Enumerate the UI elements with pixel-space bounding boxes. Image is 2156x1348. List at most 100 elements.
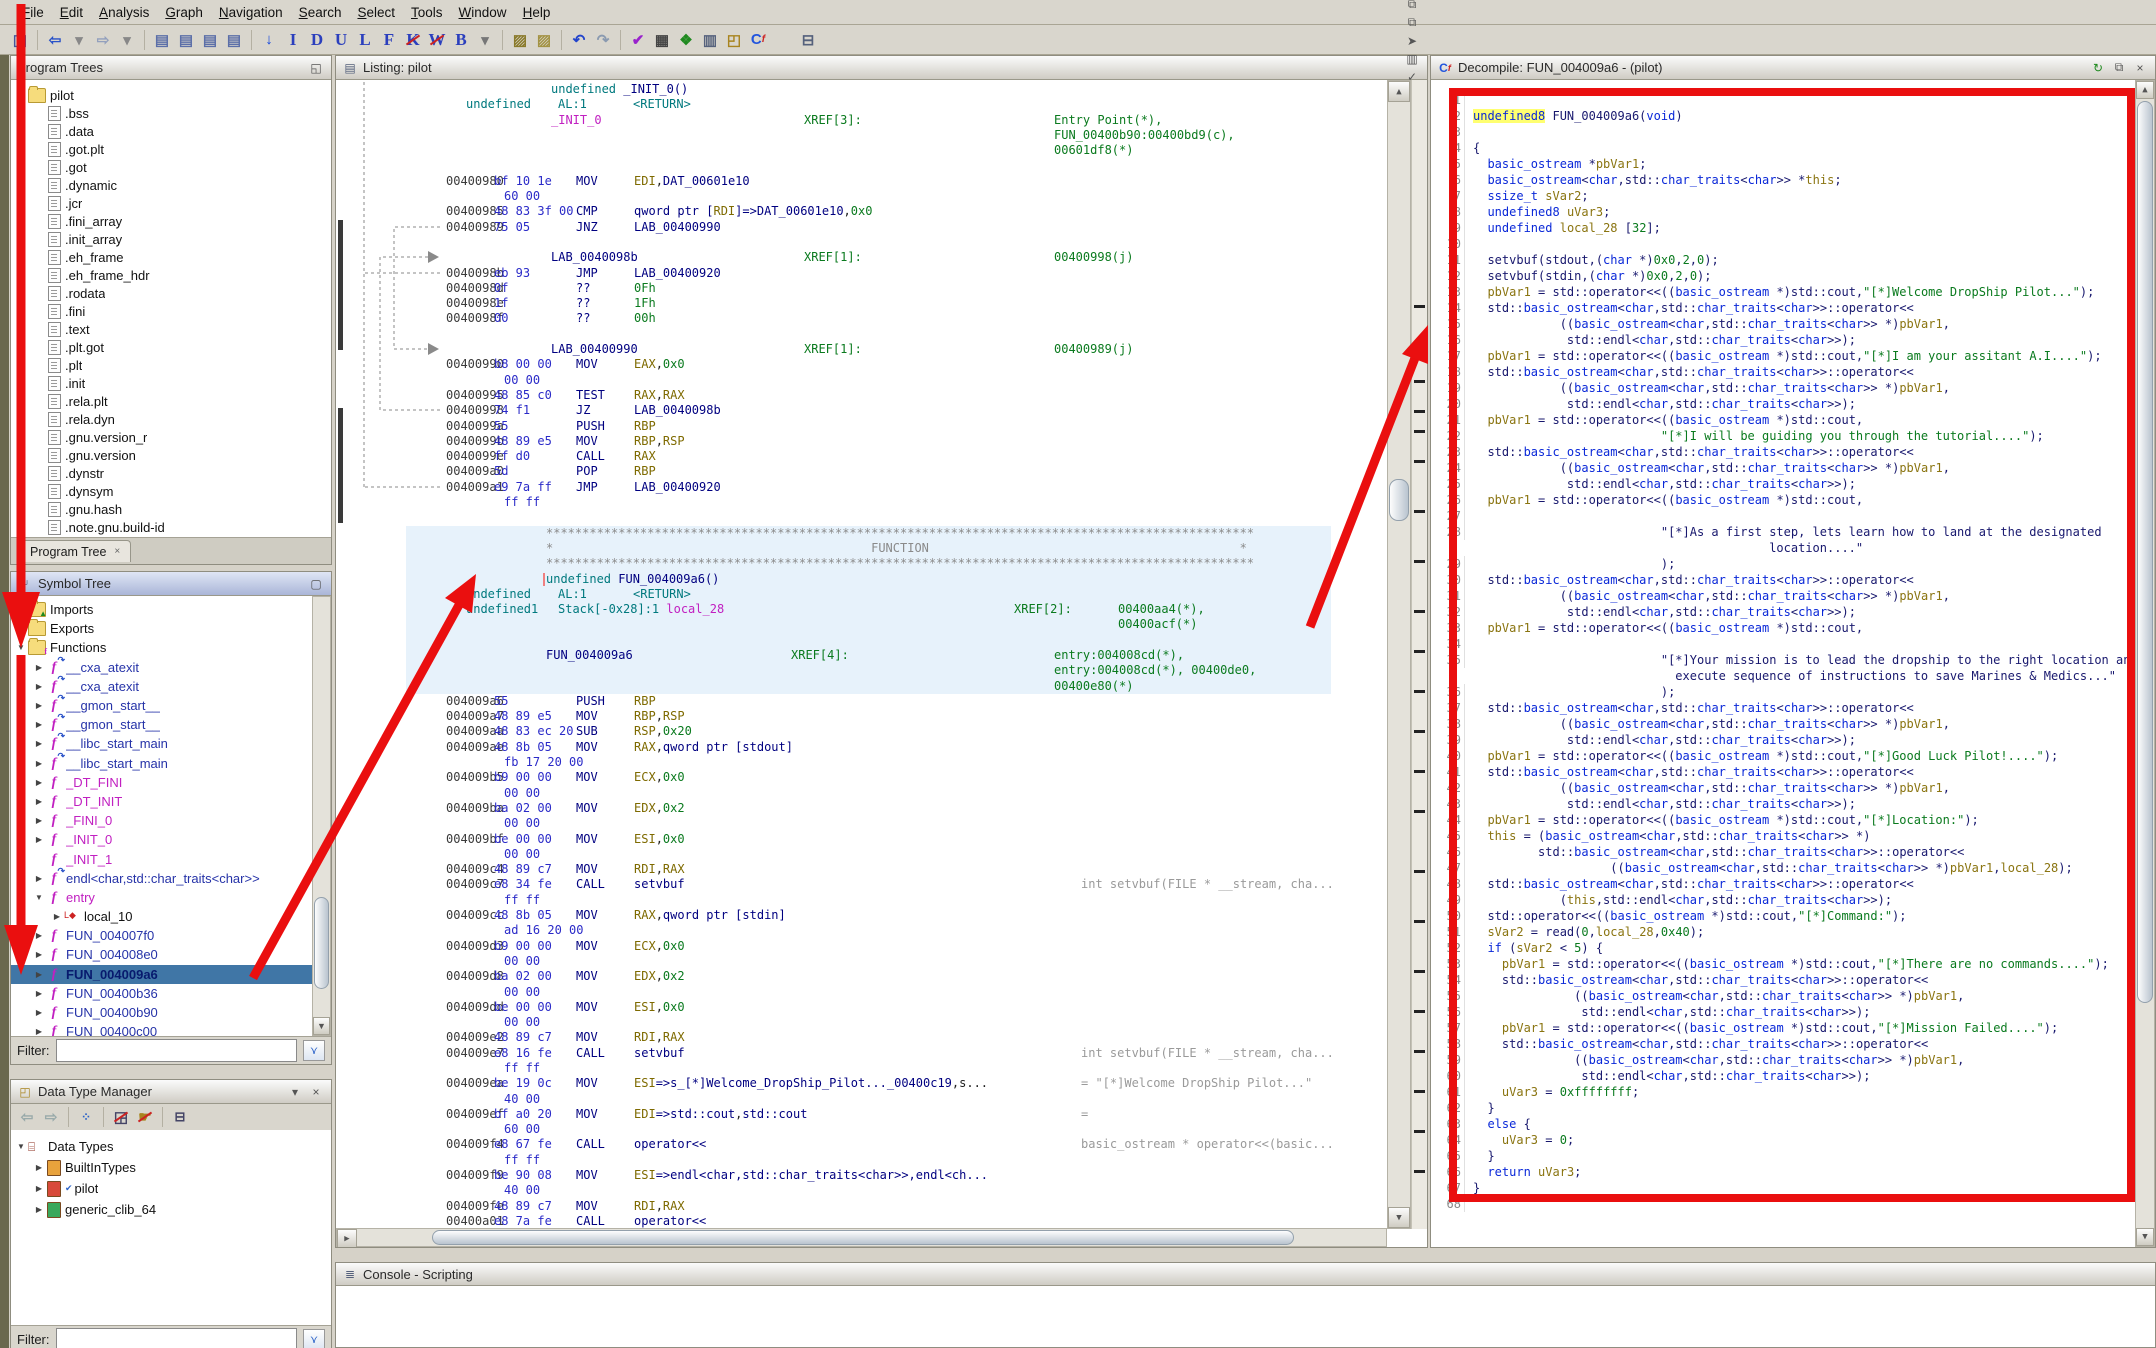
listing-row[interactable]: 0040098beb 93JMPLAB_00400920 [336,266,1379,281]
tree-item-__libc_start_main[interactable]: ▶f__libc_start_main [11,754,331,773]
decompile-line[interactable]: 26 pbVar1 = std::operator<<((basic_ostre… [1435,492,2155,508]
expander-icon[interactable]: ▶ [33,835,45,844]
tree-item-fun_00400b36[interactable]: ▶fFUN_00400b36 [11,984,331,1003]
letter-F-icon[interactable]: F [378,29,400,51]
listing-row[interactable]: 60 00 [336,189,1379,204]
decompile-line[interactable]: execute sequence of instructions to save… [1435,668,2155,684]
decompile-line[interactable]: 42 ((basic_ostream<char,std::char_traits… [1435,780,2155,796]
expander-icon[interactable]: ▶ [33,1184,45,1193]
forward-dropdown-icon[interactable]: ▾ [116,29,138,51]
tree-item--got-plt[interactable]: .got.plt [11,140,331,158]
decompile-line[interactable]: 25 std::endl<char,std::char_traits<char>… [1435,476,2155,492]
listing-row[interactable]: undefined _INIT_0() [336,82,1379,97]
expander-icon[interactable]: ▶ [33,701,45,710]
expander-icon[interactable]: ▶ [33,778,45,787]
listing-row[interactable]: 004009d8ba 02 00MOVEDX,0x2 [336,969,1379,984]
navigate-down-icon[interactable]: ↓ [258,29,280,51]
listing-row[interactable]: 004009eabe 19 0cMOVESI=>s_[*]Welcome_Dro… [336,1076,1379,1091]
dtm-forward-icon[interactable]: ⇨ [40,1106,62,1128]
decompile-line[interactable]: 63 else { [1435,1116,2155,1132]
tree-item-fun_00400b90[interactable]: ▶fFUN_00400b90 [11,1003,331,1022]
listing-row[interactable]: 004009cc48 8b 05MOVRAX,qword ptr [stdin] [336,908,1379,923]
listing-row[interactable]: ff ff [336,1061,1379,1076]
listing-body[interactable]: undefined _INIT_0()undefinedAL:1<RETURN>… [336,80,1427,1247]
decompile-line[interactable]: 37 std::basic_ostream<char,std::char_tra… [1435,700,2155,716]
copy-icon[interactable]: ⧉ [1403,0,1421,14]
listing-row[interactable]: undefinedAL:1<RETURN> [336,97,1379,112]
listing-row[interactable]: 00 00 [336,985,1379,1000]
letter-I-icon[interactable]: I [282,29,304,51]
listing-row[interactable]: 0040099874 f1JZLAB_0040098b [336,403,1379,418]
tree-item--init_array[interactable]: .init_array [11,230,331,248]
listing-row[interactable]: 004009e248 89 c7MOVRDI,RAX [336,1030,1379,1045]
decompile-line[interactable]: 34 [1435,636,2155,652]
decompile-line[interactable]: 22 "[*]I will be guiding you through the… [1435,428,2155,444]
tree-item--text[interactable]: .text [11,320,331,338]
decompile-line[interactable]: 6 basic_ostream<char,std::char_traits<ch… [1435,172,2155,188]
expander-icon[interactable]: ▶ [33,1008,45,1017]
listing-row[interactable] [336,327,1379,342]
decompile-line[interactable]: 21 pbVar1 = std::operator<<((basic_ostre… [1435,412,2155,428]
decompile-line[interactable]: 29 ); [1435,556,2155,572]
graph-block-icon[interactable]: ▤ [175,29,197,51]
tree-item-fun_004008e0[interactable]: ▶fFUN_004008e0 [11,945,331,964]
decompile-line[interactable]: 44 pbVar1 = std::operator<<((basic_ostre… [1435,812,2155,828]
tree-item-endl-char-std-char_traits-char-[interactable]: ▶fendl<char,std::char_traits<char>> [11,869,331,888]
decompile-line[interactable]: 39 std::endl<char,std::char_traits<char>… [1435,732,2155,748]
listing-row[interactable] [336,158,1379,173]
symbol-tree-header[interactable]: ⑂ Symbol Tree ▢ [11,572,331,596]
dtm-close-icon[interactable]: × [307,1083,325,1101]
listing-row[interactable]: 00400acf(*) [336,617,1379,632]
listing-row[interactable]: 004009efbf a0 20MOVEDI=>std::cout,std::c… [336,1107,1379,1122]
listing-row[interactable] [336,235,1379,250]
decompile-line[interactable]: 28 "[*]As a first step, lets learn how t… [1435,524,2155,540]
tree-item--rodata[interactable]: .rodata [11,284,331,302]
dtm-back-icon[interactable]: ⇦ [16,1106,38,1128]
listing-row[interactable]: 004009aa48 83 ec 20SUBRSP,0x20 [336,724,1379,739]
decompile-line[interactable]: 20 std::endl<char,std::char_traits<char>… [1435,396,2155,412]
listing-row[interactable]: 004009b5b9 00 00MOVECX,0x0 [336,770,1379,785]
dtm-collapse-icon[interactable]: ⊟ [169,1106,191,1128]
paste-icon[interactable]: ⧉ [1403,14,1421,32]
listing-row[interactable]: ff ff [336,495,1379,510]
decompile-line[interactable]: 32 std::endl<char,std::char_traits<char>… [1435,604,2155,620]
decompile-line[interactable]: 15 ((basic_ostream<char,std::char_traits… [1435,316,2155,332]
console-header[interactable]: ≣ Console - Scripting [336,1263,2155,1286]
listing-row[interactable]: _INIT_0XREF[3]:Entry Point(*), [336,113,1379,128]
decompile-line[interactable]: 5 basic_ostream *pbVar1; [1435,156,2155,172]
decompile-line[interactable]: 10 [1435,236,2155,252]
decompile-line[interactable]: 14 std::basic_ostream<char,std::char_tra… [1435,300,2155,316]
listing-row[interactable]: 004009a05dPOPRBP [336,464,1379,479]
tree-item--fini_array[interactable]: .fini_array [11,212,331,230]
tree-item-generic_clib_64[interactable]: ▶generic_clib_64 [11,1199,331,1220]
listing-row[interactable]: 004009a1e9 7a ffJMPLAB_00400920 [336,480,1379,495]
filter-options-icon[interactable]: ⋎ [303,1040,325,1061]
listing-row[interactable]: ad 16 20 00 [336,923,1379,938]
dtm-filter-options-icon[interactable]: ⋎ [303,1329,325,1348]
paste-in-icon[interactable]: ▨ [509,29,531,51]
tree-item-pilot[interactable]: ▶✔pilot [11,1178,331,1199]
symbol-filter-input[interactable] [56,1039,298,1062]
datatypes-icon[interactable]: ◰ [723,29,745,51]
expander-icon[interactable]: ▼ [33,893,45,902]
expander-icon[interactable]: ▶ [33,931,45,940]
symbol-tree-scrollbar[interactable]: ▼ [312,596,331,1036]
decompile-header[interactable]: Cf Decompile: FUN_004009a6 - (pilot) ↻ ⧉… [1431,56,2155,80]
listing-row[interactable]: 40 00 [336,1183,1379,1198]
decompile-line[interactable]: location...." [1435,540,2155,556]
tree-item--gnu-hash[interactable]: .gnu.hash [11,500,331,518]
listing-row[interactable]: 0040098e1f??1Fh [336,296,1379,311]
tree-item--data[interactable]: .data [11,122,331,140]
decompile-line[interactable]: 51 sVar2 = read(0,local_28,0x40); [1435,924,2155,940]
decompile-line[interactable]: 54 std::basic_ostream<char,std::char_tra… [1435,972,2155,988]
decompile-line[interactable]: 13 pbVar1 = std::operator<<((basic_ostre… [1435,284,2155,300]
back-dropdown-icon[interactable]: ▾ [68,29,90,51]
letter-B-icon[interactable]: B [450,29,472,51]
decompile-line[interactable]: 24 ((basic_ostream<char,std::char_traits… [1435,460,2155,476]
listing-row[interactable]: 00400e80(*) [336,679,1379,694]
listing-row[interactable]: 004009d3b9 00 00MOVECX,0x0 [336,939,1379,954]
listing-row[interactable]: 00400a01e8 7a feCALLoperator<< [336,1214,1379,1229]
symbol-tree-options-icon[interactable]: ▢ [307,575,325,593]
decompile-line[interactable]: 62 } [1435,1100,2155,1116]
decompile-line[interactable]: 18 std::basic_ostream<char,std::char_tra… [1435,364,2155,380]
